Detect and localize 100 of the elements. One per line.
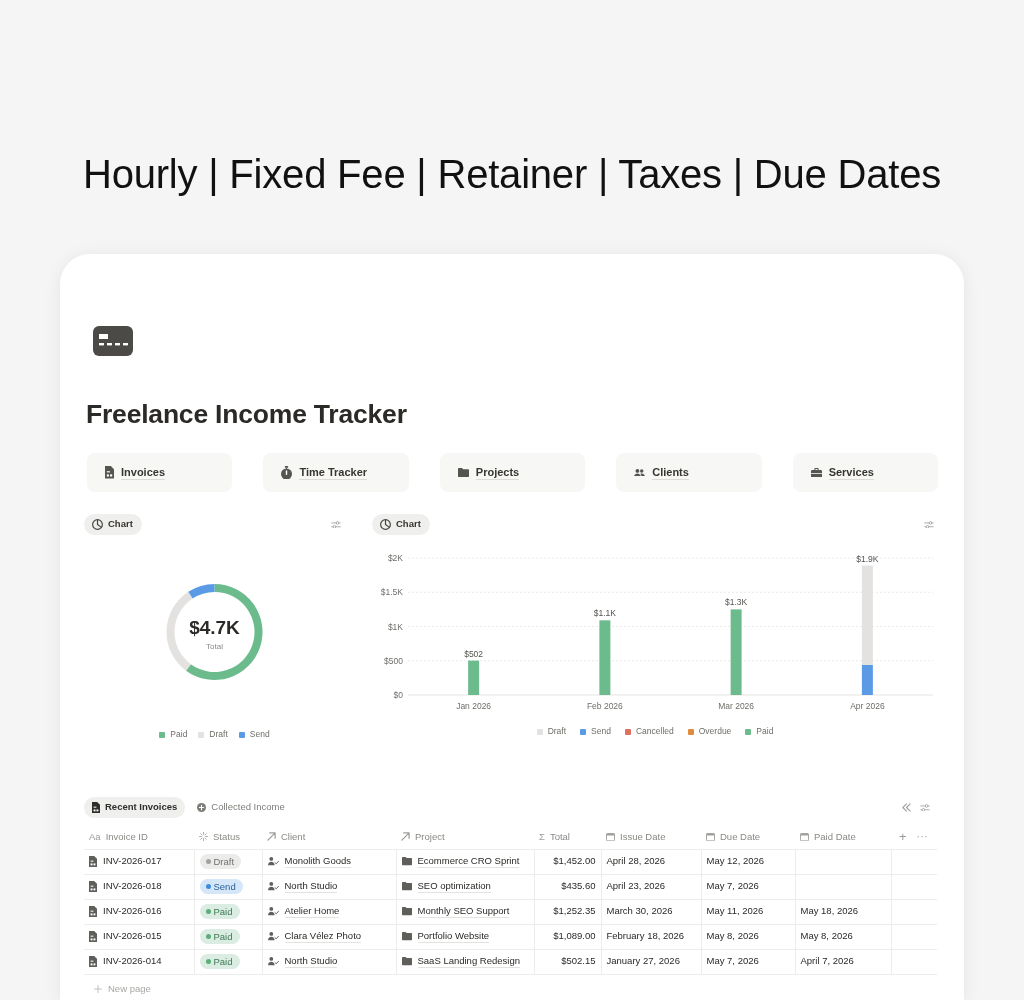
table-cell: May 8, 2026	[701, 924, 795, 950]
plus-icon	[94, 984, 102, 993]
invoice-link[interactable]: INV-2026-017	[103, 855, 162, 868]
plus-circle-icon	[197, 803, 207, 813]
document-icon	[89, 955, 97, 968]
y-axis-label: $1K	[387, 621, 403, 632]
table-cell: January 27, 2026	[601, 949, 701, 975]
chevrons-left-icon[interactable]	[902, 803, 911, 813]
column-header[interactable]: Total	[549, 830, 570, 843]
column-header[interactable]: Client	[281, 830, 306, 843]
page-title: Freelance Income Tracker	[86, 398, 407, 430]
credit-card-icon	[93, 326, 133, 356]
table-cell: May 12, 2026	[701, 849, 795, 875]
person-check-icon	[267, 932, 279, 941]
legend-label: Paid	[756, 726, 774, 738]
table-cell: April 7, 2026	[795, 949, 891, 975]
document-icon	[89, 930, 97, 943]
folder-icon	[401, 957, 412, 966]
table-cell: May 7, 2026	[701, 874, 795, 900]
type-glyph: Aa	[89, 830, 101, 843]
client-link[interactable]: Clara Vélez Photo	[284, 930, 362, 944]
column-header[interactable]: Due Date	[720, 830, 761, 843]
calendar-icon	[606, 832, 615, 841]
x-axis-label: Feb 2026	[586, 701, 623, 711]
chart-bar	[468, 660, 480, 695]
chart-view-button[interactable]: Chart	[372, 514, 430, 535]
y-axis-label: $2K	[387, 553, 403, 563]
calendar-icon	[800, 832, 809, 841]
client-link[interactable]: Monolith Goods	[284, 855, 352, 869]
status-label: Paid	[213, 906, 233, 918]
sliders-icon[interactable]	[924, 520, 934, 529]
legend-label: Overdue	[698, 726, 732, 738]
table-cell: February 18, 2026	[601, 924, 701, 950]
column-header[interactable]: Project	[415, 830, 445, 843]
column-header[interactable]: Issue Date	[620, 830, 666, 843]
nav-button[interactable]: Time Tracker	[263, 453, 409, 492]
x-axis-label: Jan 2026	[456, 701, 492, 711]
client-link[interactable]: Atelier Home	[284, 905, 340, 919]
table-cell: March 30, 2026	[601, 899, 701, 925]
invoice-link[interactable]: INV-2026-014	[103, 955, 162, 968]
nav-button[interactable]: Clients	[616, 453, 762, 492]
person-check-icon	[267, 907, 279, 916]
table-cell: May 18, 2026	[795, 899, 891, 925]
pie-chart-icon	[92, 519, 103, 530]
invoice-link[interactable]: INV-2026-016	[103, 905, 162, 918]
table-cell: $1,089.00	[534, 924, 601, 950]
document-icon	[92, 801, 100, 814]
table-cell: April 23, 2026	[601, 874, 701, 900]
sliders-icon[interactable]	[331, 520, 341, 529]
arrow-up-right-icon	[401, 832, 410, 842]
column-header[interactable]: Paid Date	[814, 830, 856, 843]
folder-icon	[401, 857, 412, 866]
headline: Hourly | Fixed Fee | Retainer | Taxes | Due Dates	[82, 151, 942, 198]
document-icon	[89, 905, 97, 918]
invoice-link[interactable]: INV-2026-015	[103, 930, 162, 943]
status-label: Draft	[213, 856, 235, 868]
nav-button[interactable]: Invoices	[87, 453, 233, 492]
project-link[interactable]: Ecommerce CRO Sprint	[417, 855, 520, 869]
nav-button[interactable]: Services	[792, 453, 939, 492]
total-label: Total	[206, 642, 223, 651]
client-link[interactable]: North Studio	[284, 880, 338, 894]
folder-icon	[457, 468, 469, 477]
column-header[interactable]: Invoice ID	[105, 830, 148, 843]
person-check-icon	[267, 882, 279, 891]
view-tab[interactable]: Recent Invoices	[84, 797, 186, 819]
table-cell: May 11, 2026	[701, 899, 795, 925]
pie-chart-icon	[380, 519, 391, 530]
value-label: $1.9K	[856, 553, 879, 564]
project-link[interactable]: Monthly SEO Support	[417, 905, 510, 919]
table-cell: $1,252.35	[534, 899, 601, 925]
table-cell: $502.15	[534, 949, 601, 975]
arrow-up-right-icon	[267, 832, 276, 842]
x-axis-label: Apr 2026	[850, 701, 885, 711]
value-label: $1.3K	[725, 597, 748, 608]
calendar-icon	[706, 832, 715, 841]
people-icon	[634, 468, 646, 477]
project-link[interactable]: SaaS Landing Redesign	[417, 955, 520, 969]
person-check-icon	[267, 957, 279, 966]
folder-icon	[401, 907, 412, 916]
y-axis-label: $500	[384, 655, 403, 666]
table-cell: $435.60	[534, 874, 601, 900]
chart-view-button[interactable]: Chart	[84, 514, 142, 535]
y-axis-label: $1.5K	[380, 587, 403, 598]
table-cell: May 7, 2026	[701, 949, 795, 975]
document-icon	[89, 855, 97, 868]
value-label: $502	[464, 648, 484, 659]
total-value: $4.7K	[189, 617, 240, 638]
nav-button[interactable]: Projects	[439, 453, 586, 492]
person-check-icon	[267, 857, 279, 866]
client-link[interactable]: North Studio	[284, 955, 338, 969]
value-label: $1.1K	[593, 608, 616, 619]
type-glyph: Σ	[539, 830, 545, 843]
view-tab[interactable]: Collected Income	[189, 797, 293, 819]
project-link[interactable]: SEO optimization	[417, 880, 491, 894]
column-header[interactable]: Status	[213, 830, 240, 843]
project-link[interactable]: Portfolio Website	[417, 930, 490, 944]
invoice-link[interactable]: INV-2026-018	[103, 880, 162, 893]
legend-label: Paid	[170, 729, 188, 741]
status-label: Paid	[213, 956, 233, 968]
sliders-icon[interactable]	[920, 803, 930, 812]
